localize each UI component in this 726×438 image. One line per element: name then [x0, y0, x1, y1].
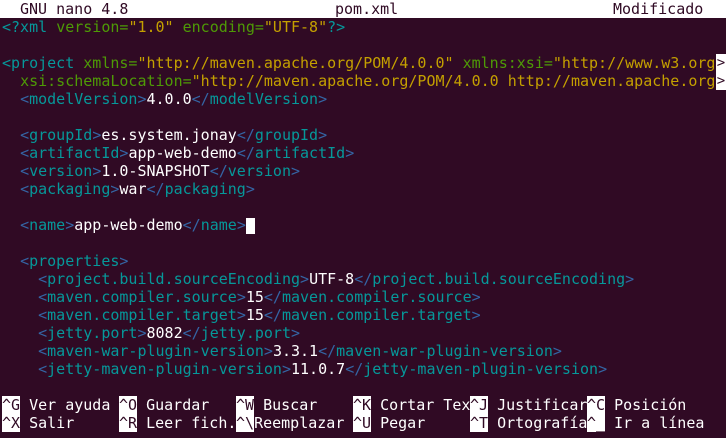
editor-line-1: <?xml version="1.0" encoding="UTF-8"?>: [2, 18, 346, 36]
editor-line-artifactid: <artifactId>app-web-demo</artifactId>: [20, 144, 355, 162]
shortcut-exit[interactable]: ^X Salir: [2, 414, 74, 432]
editor-line-project: <project xmlns="http://maven.apache.org/…: [2, 54, 716, 72]
shortcut-spellcheck[interactable]: ^T Ortografía: [470, 414, 587, 432]
shortcut-justify[interactable]: ^J Justificar: [470, 396, 587, 414]
editor-line-jetty-port: <jetty.port>8082</jetty.port>: [38, 324, 301, 342]
shortcut-bar: ^G Ver ayuda ^O Guardar ^W Buscar ^K Cor…: [0, 396, 726, 438]
title-bar: GNU nano 4.8 pom.xml Modificado: [0, 0, 726, 18]
app-name: GNU nano 4.8: [20, 0, 129, 18]
editor-line-version: <version>1.0-SNAPSHOT</version>: [20, 162, 301, 180]
editor-line-name: <name>app-web-demo</name>: [2, 216, 255, 234]
editor-line-jetty-plugin: <jetty-maven-plugin-version>11.0.7</jett…: [38, 360, 608, 378]
text-editor-area[interactable]: <?xml version="1.0" encoding="UTF-8"?> <…: [0, 18, 726, 398]
editor-line-schema: xsi:schemaLocation="http://maven.apache.…: [20, 72, 716, 90]
editor-line-encoding: <project.build.sourceEncoding>UTF-8</pro…: [38, 270, 635, 288]
modified-status: Modificado: [613, 0, 704, 18]
shortcut-help[interactable]: ^G Ver ayuda: [2, 396, 110, 414]
editor-line-modelversion: <modelVersion>4.0.0</modelVersion>: [20, 90, 328, 108]
file-name: pom.xml: [335, 0, 399, 18]
shortcut-search[interactable]: ^W Buscar: [236, 396, 317, 414]
editor-line-compiler-target: <maven.compiler.target>15</maven.compile…: [38, 306, 481, 324]
shortcut-paste[interactable]: ^U Pegar: [353, 414, 425, 432]
shortcut-go-to-line[interactable]: ^_ Ir a línea: [587, 414, 704, 432]
text-cursor: [245, 217, 255, 234]
shortcut-save[interactable]: ^O Guardar: [119, 396, 209, 414]
editor-line-war-plugin: <maven-war-plugin-version>3.3.1</maven-w…: [38, 342, 562, 360]
shortcut-replace[interactable]: ^\Reemplazar: [236, 414, 344, 432]
editor-line-groupid: <groupId>es.system.jonay</groupId>: [20, 126, 328, 144]
shortcut-read-file[interactable]: ^R Leer fich.: [119, 414, 236, 432]
editor-line-packaging: <packaging>war</packaging>: [20, 180, 255, 198]
line-overflow-marker: >: [716, 72, 726, 90]
shortcut-position[interactable]: ^C Posición: [587, 396, 686, 414]
editor-line-properties: <properties>: [20, 252, 129, 270]
editor-line-compiler-source: <maven.compiler.source>15</maven.compile…: [38, 288, 481, 306]
shortcut-cut[interactable]: ^K Cortar Tex: [353, 396, 470, 414]
line-overflow-marker: >: [716, 54, 726, 72]
